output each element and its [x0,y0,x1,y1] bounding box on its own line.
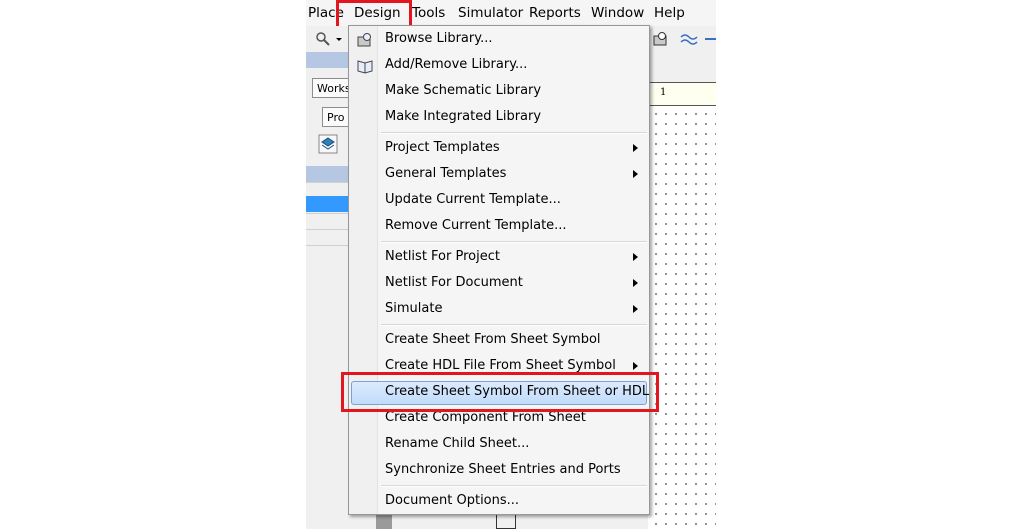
menu-item-general-templates[interactable]: General Templates [351,163,647,187]
menu-item-remove-current-template[interactable]: Remove Current Template... [351,215,647,239]
menu-item-netlist-for-document[interactable]: Netlist For Document [351,272,647,296]
layers-icon[interactable] [318,134,338,154]
menu-separator [381,241,647,243]
menu-reports[interactable]: Reports [529,5,581,23]
submenu-arrow-icon [633,253,638,261]
menu-item-label: Remove Current Template... [385,218,567,233]
menu-separator [381,324,647,326]
menu-item-add-remove-library[interactable]: Add/Remove Library... [351,54,647,78]
selected-tree-row[interactable] [306,196,348,212]
tree-divider [306,182,348,183]
menu-item-project-templates[interactable]: Project Templates [351,137,647,161]
menu-item-make-integrated-library[interactable]: Make Integrated Library [351,106,647,130]
tree-divider [306,245,348,246]
menu-item-rename-child-sheet[interactable]: Rename Child Sheet... [351,433,647,457]
browse-library-icon [357,33,371,47]
menu-item-document-options[interactable]: Document Options... [351,490,647,514]
inspect-icon[interactable] [652,30,670,48]
menu-item-label: Synchronize Sheet Entries and Ports [385,462,621,477]
dropdown-arrow-icon[interactable] [334,30,344,48]
menu-item-update-current-template[interactable]: Update Current Template... [351,189,647,213]
menu-item-label: Project Templates [385,140,500,155]
ruler-label: 1 [660,87,667,98]
menu-item-label: Make Integrated Library [385,109,542,124]
tree-divider [306,229,348,230]
menu-item-make-schematic-library[interactable]: Make Schematic Library [351,80,647,104]
menu-item-label: Netlist For Project [385,249,500,264]
panel-header [306,52,348,68]
menu-item-label: Simulate [385,301,443,316]
submenu-arrow-icon [633,279,638,287]
menu-item-label: Make Schematic Library [385,83,542,98]
submenu-arrow-icon [633,362,638,370]
project-tree-header [306,166,348,182]
design-dropdown-menu: Browse Library... Add/Remove Library... … [348,25,650,515]
menu-item-simulate[interactable]: Simulate [351,298,647,322]
menu-simulator[interactable]: Simulator [458,5,523,23]
submenu-arrow-icon [633,144,638,152]
wave-icon[interactable] [680,30,702,48]
scroll-track[interactable] [376,515,392,529]
sheet-ruler: 1 [648,82,716,106]
menu-item-browse-library[interactable]: Browse Library... [351,28,647,52]
line-tool-icon[interactable] [704,30,716,48]
menu-window[interactable]: Window [591,5,644,23]
menu-item-label: Create HDL File From Sheet Symbol [385,358,616,373]
menu-help[interactable]: Help [654,5,685,23]
menu-bar: Place Design Tools Simulator Reports Win… [306,0,716,31]
menu-item-label: Create Sheet From Sheet Symbol [385,332,601,347]
menu-item-label: Rename Child Sheet... [385,436,530,451]
menu-item-label: Document Options... [385,493,520,508]
menu-item-create-sheet-from-symbol[interactable]: Create Sheet From Sheet Symbol [351,329,647,353]
menu-separator [381,132,647,134]
menu-item-label: Netlist For Document [385,275,523,290]
schematic-sheet[interactable] [648,106,716,529]
menu-item-label: General Templates [385,166,507,181]
menu-item-label: Update Current Template... [385,192,561,207]
book-icon [357,60,373,74]
workspace-button[interactable]: Works [312,78,352,98]
menu-item-label: Browse Library... [385,31,493,46]
menu-item-label: Add/Remove Library... [385,57,528,72]
menu-item-netlist-for-project[interactable]: Netlist For Project [351,246,647,270]
submenu-arrow-icon [633,170,638,178]
menu-tools[interactable]: Tools [412,5,445,23]
menu-item-synchronize-sheet[interactable]: Synchronize Sheet Entries and Ports [351,459,647,483]
menu-separator [381,485,647,487]
highlight-callout-box [341,372,659,412]
submenu-arrow-icon [633,305,638,313]
zoom-tool-icon[interactable] [314,30,332,48]
tree-divider [306,213,348,214]
menu-item-label: Create Component From Sheet [385,410,586,425]
